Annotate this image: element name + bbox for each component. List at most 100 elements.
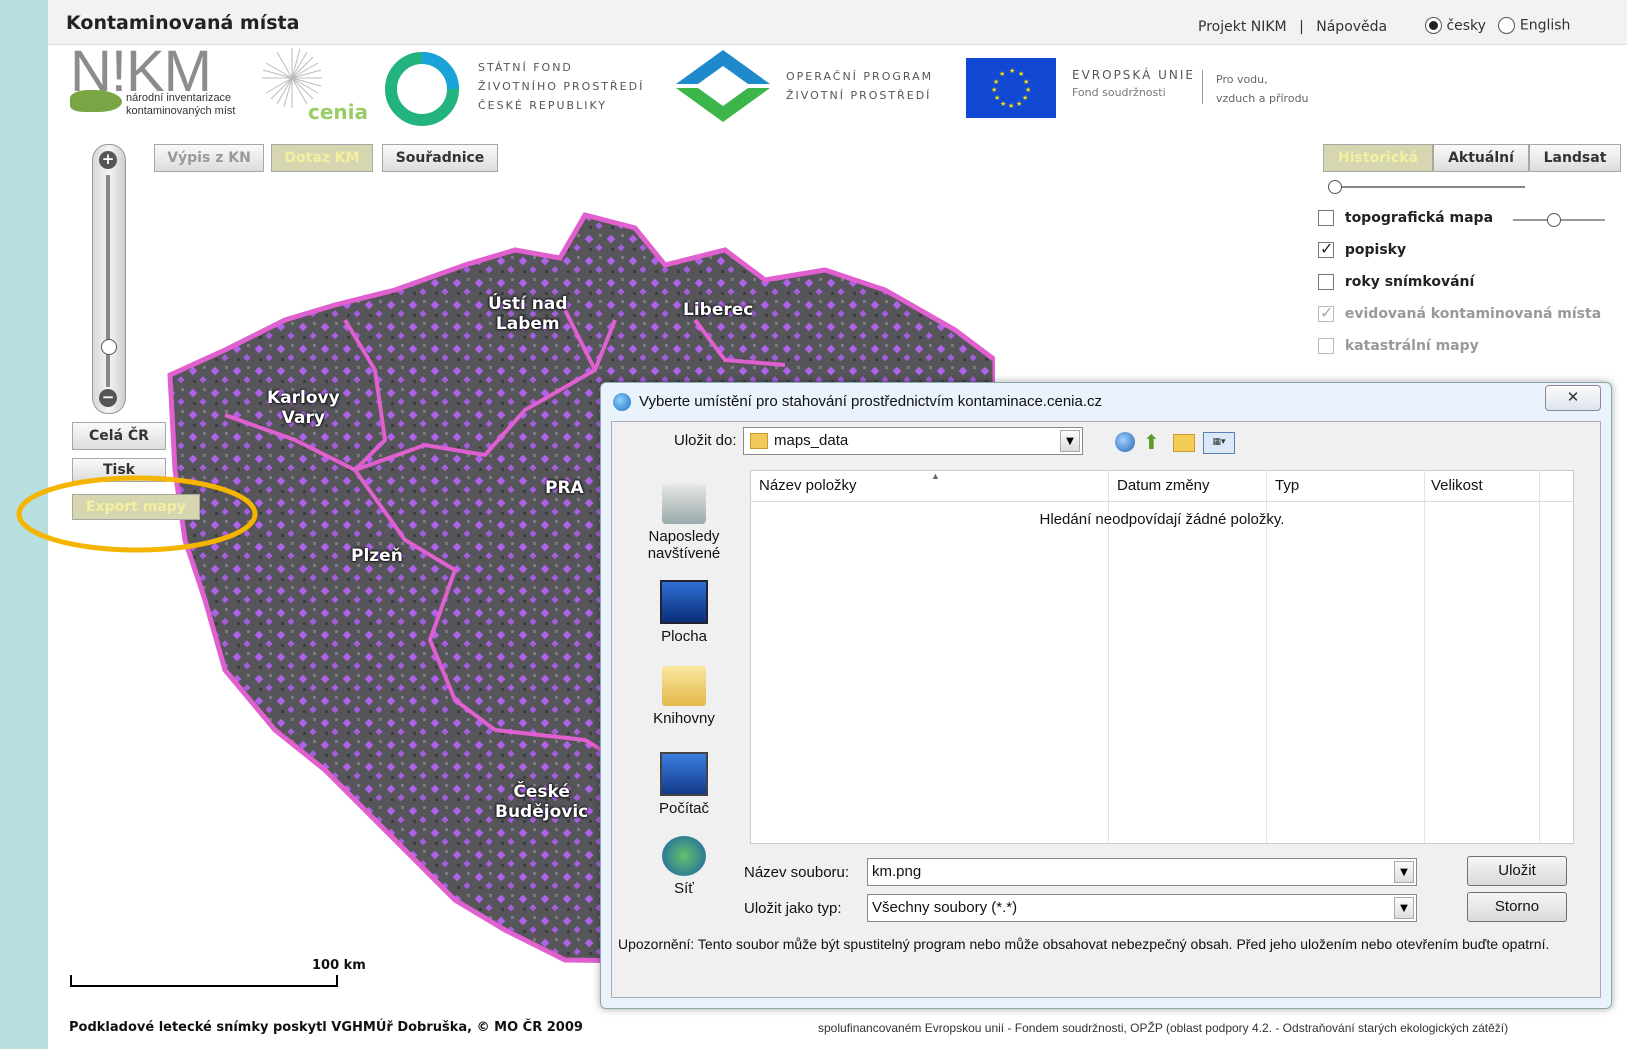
link-napoveda[interactable]: Nápověda (1316, 19, 1387, 35)
basemap-landsat-button[interactable]: Landsat (1529, 144, 1621, 172)
layer-popisky-checkbox[interactable] (1318, 239, 1334, 258)
cancel-button[interactable]: Storno (1467, 892, 1567, 922)
layer-topograficka-label[interactable]: topografická mapa (1345, 210, 1493, 226)
basemap-opacity-slider[interactable] (1328, 180, 1525, 194)
filename-label: Název souboru: (744, 864, 850, 881)
layer-evidovana-checkbox[interactable] (1318, 303, 1334, 322)
dialog-close-button[interactable]: ✕ (1545, 385, 1601, 411)
network-icon (662, 836, 706, 876)
sfzp-line1: STÁTNÍ FOND (478, 61, 573, 74)
filename-input[interactable]: km.png ▼ (867, 858, 1417, 886)
layer-roky-label[interactable]: roky snímkování (1345, 274, 1474, 290)
link-projekt-nikm[interactable]: Projekt NIKM (1198, 19, 1287, 35)
dialog-body: Uložit do: maps_data ▼ ⬆ ▦▾ Naposledy na… (611, 421, 1601, 998)
language-switch: česky English (1425, 17, 1570, 34)
basemap-aktualni-button[interactable]: Aktuální (1433, 144, 1529, 172)
save-dialog: Vyberte umístění pro stahování prostředn… (600, 382, 1612, 1009)
label-cesky[interactable]: česky (1446, 18, 1486, 34)
new-folder-icon[interactable] (1173, 434, 1195, 452)
radio-english[interactable] (1498, 17, 1516, 34)
svg-text:★: ★ (991, 86, 997, 94)
eu-motto-line1: Pro vodu, (1216, 73, 1268, 86)
column-datum[interactable]: Datum změny (1117, 477, 1210, 494)
basemap-historicka-button[interactable]: Historická (1323, 144, 1433, 172)
vypis-z-kn-button[interactable]: Výpis z KN (154, 144, 264, 172)
nikm-line2: kontaminovaných míst (126, 105, 236, 117)
chevron-down-icon[interactable]: ▼ (1394, 861, 1414, 883)
souradnice-button[interactable]: Souřadnice (382, 144, 498, 172)
nikm-line1: národní inventarizace (126, 92, 232, 104)
basemap-opacity-handle[interactable] (1328, 180, 1342, 194)
back-icon[interactable] (1115, 432, 1135, 452)
filetype-select[interactable]: Všechny soubory (*.*) ▼ (867, 894, 1417, 922)
op-zp-logo-icon (676, 50, 770, 122)
empty-message: Hledání neodpovídají žádné položky. (1039, 511, 1285, 528)
svg-text:★: ★ (1023, 78, 1029, 86)
layer-roky[interactable]: roky snímkování (1318, 274, 1474, 290)
place-desktop[interactable]: Plocha (624, 580, 744, 645)
layer-evidovana[interactable]: evidovaná kontaminovaná místa (1318, 303, 1601, 322)
eu-title: EVROPSKÁ UNIE (1072, 68, 1195, 82)
place-network[interactable]: Síť (624, 836, 744, 897)
layer-katastralni-label[interactable]: katastrální mapy (1345, 338, 1479, 354)
save-in-value: maps_data (774, 432, 849, 449)
op-logo-text: OPERAČNÍ PROGRAM ŽIVOTNÍ PROSTŘEDÍ (786, 67, 933, 105)
eu-flag-icon: ★ ★ ★ ★ ★ ★ ★ ★ ★ ★ ★ ★ (966, 58, 1056, 118)
file-list-header: Název položky ▲ Datum změny Typ Velikost (751, 471, 1573, 502)
scale-bar (70, 975, 338, 987)
link-separator: | (1299, 19, 1304, 35)
save-button[interactable]: Uložit (1467, 856, 1567, 886)
column-velikost[interactable]: Velikost (1431, 477, 1483, 494)
view-menu-icon[interactable]: ▦▾ (1203, 432, 1235, 454)
logo-divider (1202, 70, 1203, 104)
zoom-handle[interactable] (101, 339, 117, 355)
layer-katastralni[interactable]: katastrální mapy (1318, 338, 1479, 354)
column-typ[interactable]: Typ (1275, 477, 1299, 494)
map-attribution: Podkladové letecké snímky poskytl VGHMÚř… (69, 1020, 583, 1035)
zoom-out-button[interactable]: − (99, 389, 117, 407)
czech-shape-icon (70, 90, 122, 112)
chevron-down-icon[interactable]: ▼ (1394, 897, 1414, 919)
svg-text:★: ★ (1009, 67, 1015, 75)
layer-topograficka[interactable]: topografická mapa (1318, 210, 1493, 226)
filename-value: km.png (872, 863, 922, 880)
chevron-down-icon[interactable]: ▼ (1060, 430, 1080, 452)
folder-icon (750, 433, 768, 449)
ie-icon (613, 393, 631, 411)
radio-cesky[interactable] (1425, 17, 1442, 34)
column-nazev[interactable]: Název položky (759, 477, 857, 494)
layer-roky-checkbox[interactable] (1318, 274, 1334, 290)
place-computer[interactable]: Počítač (624, 752, 744, 817)
cenia-logo: cenia (262, 48, 372, 124)
save-in-combo[interactable]: maps_data ▼ (743, 427, 1083, 455)
topo-opacity-handle[interactable] (1547, 213, 1561, 227)
layer-popisky[interactable]: popisky (1318, 239, 1406, 258)
layer-popisky-label[interactable]: popisky (1345, 242, 1406, 258)
eu-motto: Pro vodu, vzduch a přírodu (1216, 70, 1309, 108)
sort-asc-icon: ▲ (931, 471, 940, 481)
save-in-label: Uložit do: (674, 432, 737, 449)
sfzp-line3: ČESKÉ REPUBLIKY (478, 99, 608, 112)
layer-topograficka-checkbox[interactable] (1318, 210, 1334, 226)
op-line1: OPERAČNÍ PROGRAM (786, 70, 934, 83)
file-list[interactable]: Název položky ▲ Datum změny Typ Velikost… (750, 470, 1574, 844)
map-label-liberec: Liberec (683, 300, 754, 320)
zoom-in-button[interactable]: + (99, 151, 117, 169)
nikm-logo: N!KM národní inventarizace kontaminovaný… (70, 43, 250, 124)
cenia-sunburst-icon (262, 48, 322, 108)
label-english[interactable]: English (1520, 18, 1571, 34)
zoom-track (106, 175, 110, 387)
dotaz-km-button[interactable]: Dotaz KM (271, 144, 373, 172)
topo-opacity-slider[interactable] (1513, 213, 1605, 227)
place-recent[interactable]: Naposledy navštívené (624, 484, 744, 562)
filetype-value: Všechny soubory (*.*) (872, 899, 1018, 916)
place-libraries[interactable]: Knihovny (624, 666, 744, 727)
layer-evidovana-label[interactable]: evidovaná kontaminovaná místa (1345, 306, 1601, 322)
svg-text:★: ★ (993, 78, 999, 86)
cela-cr-button[interactable]: Celá ČR (72, 422, 166, 450)
map-label-karlovy-vary: Karlovy Vary (267, 388, 340, 428)
zoom-slider[interactable]: + − (92, 144, 126, 414)
up-folder-icon[interactable]: ⬆ (1143, 430, 1163, 454)
title-bar: Kontaminovaná místa Projekt NIKM | Nápov… (48, 0, 1627, 45)
layer-katastralni-checkbox[interactable] (1318, 338, 1334, 354)
